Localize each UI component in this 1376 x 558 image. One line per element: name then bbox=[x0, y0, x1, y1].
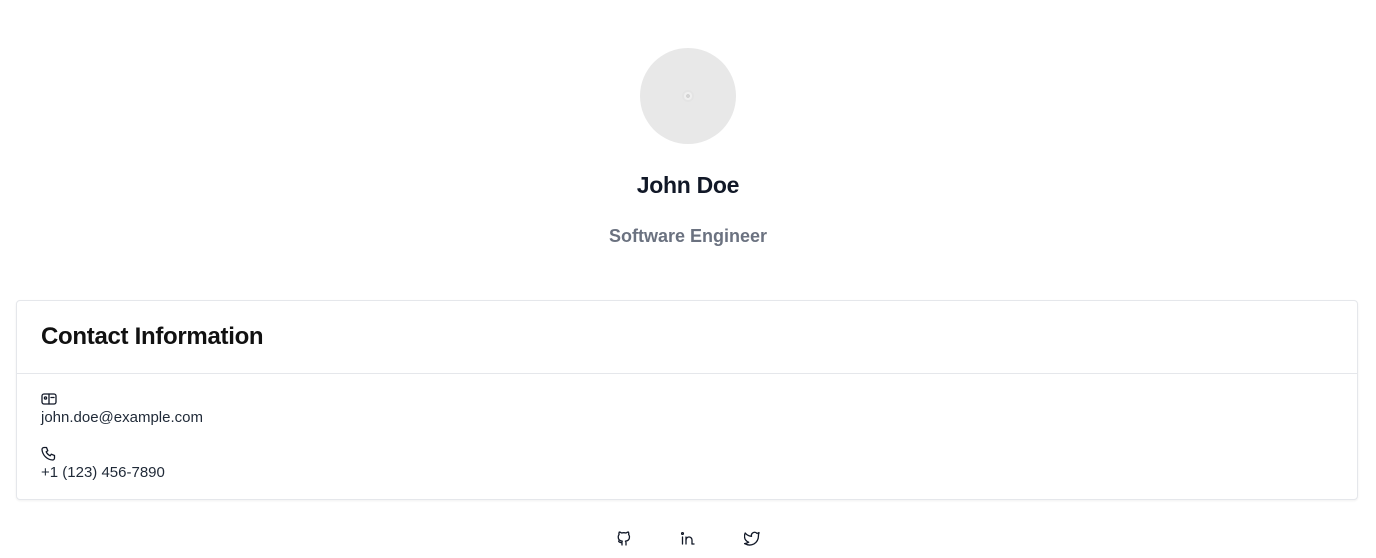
linkedin-icon bbox=[680, 531, 695, 545]
profile-header: John Doe Software Engineer bbox=[0, 48, 1376, 247]
contact-heading: Contact Information bbox=[41, 323, 264, 350]
profile-page: John Doe Software Engineer Contact Infor… bbox=[0, 0, 1376, 558]
contact-phone-row: +1 (123) 456-7890 bbox=[41, 446, 165, 482]
contact-card-header: Contact Information bbox=[17, 301, 1357, 374]
twitter-icon bbox=[744, 531, 760, 546]
linkedin-link[interactable] bbox=[680, 529, 696, 547]
profile-title: Software Engineer bbox=[608, 226, 768, 246]
contact-email[interactable]: john.doe@example.com bbox=[41, 409, 203, 427]
id-card-icon bbox=[41, 393, 57, 405]
github-icon bbox=[617, 531, 631, 546]
contact-phone[interactable]: +1 (123) 456-7890 bbox=[41, 464, 165, 482]
contact-card: Contact Information john.doe@example.com… bbox=[16, 300, 1358, 500]
avatar-placeholder-icon bbox=[682, 90, 694, 102]
contact-email-row: john.doe@example.com bbox=[41, 391, 203, 427]
github-link[interactable] bbox=[616, 529, 632, 547]
phone-icon bbox=[41, 446, 56, 461]
twitter-link[interactable] bbox=[744, 529, 760, 547]
profile-name: John Doe bbox=[636, 172, 740, 198]
avatar bbox=[640, 48, 736, 144]
social-links bbox=[0, 529, 1376, 547]
